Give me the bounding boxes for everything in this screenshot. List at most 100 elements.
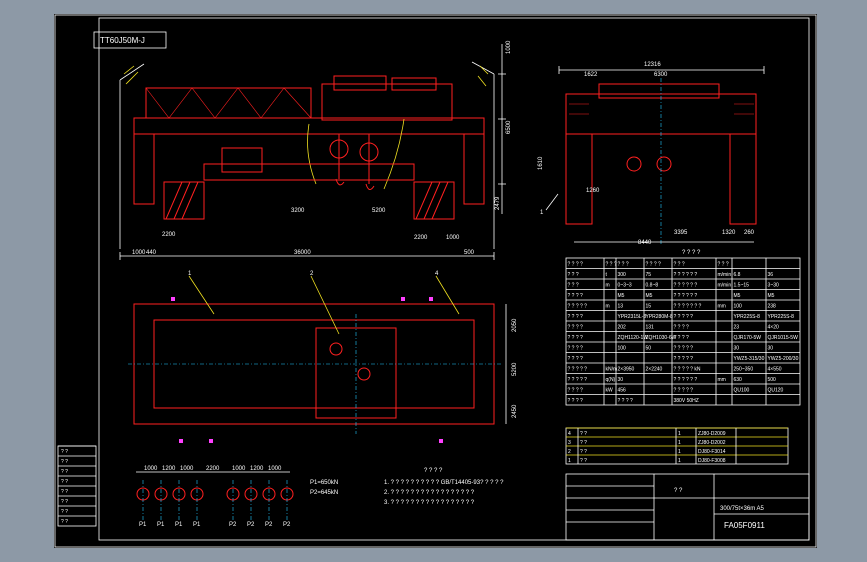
spec-cell: ? ? ? (718, 262, 729, 268)
side-leader-1 (545, 193, 559, 211)
spec-cell: ? ? ? ? ? (568, 377, 588, 383)
spec-caption: ? ? ? ? (682, 250, 701, 256)
spec-cell: 250~350 (734, 367, 754, 373)
side-dim-1260: 1260 (586, 188, 600, 194)
spec-cell: M5 (618, 293, 625, 299)
spec-cell: 131 (646, 325, 655, 331)
spec-cell: ? ? ? (618, 262, 629, 268)
spec-cell: 2×2240 (646, 367, 663, 373)
revision-block: ? ? ? ? ? ? ? ? ? ? ? ? ? ? ? ? (57, 445, 97, 527)
spec-cell: ? ? ? ? ? (674, 388, 694, 394)
spec-cell: ZQH1120-1W (618, 335, 649, 341)
spec-cell: ? ? ? ? (568, 325, 584, 331)
spec-cell: 100 (734, 304, 743, 310)
dim-3200: 3200 (291, 208, 305, 214)
spec-cell: QU120 (768, 388, 784, 394)
side-hook-2 (656, 156, 672, 172)
parts-cell: 1 (678, 458, 681, 464)
note-2: 2. ? ? ? ? ? ? ? ? ? ? ? ? ? ? ? ? ? (384, 490, 475, 496)
runway-walls (119, 61, 495, 249)
load-p1: P1=650kN (310, 480, 338, 486)
side-hook-1 (626, 156, 642, 172)
right-end-carriage (463, 133, 485, 205)
revision-cell: ? ? (61, 479, 68, 485)
spec-cell: ? ? ? ? (568, 388, 584, 394)
spec-cell: 15 (646, 304, 652, 310)
spec-cell: ? ? ? (606, 262, 617, 268)
spec-cell: 30 (618, 377, 624, 383)
spec-cell: 202 (618, 325, 627, 331)
plan-dim-5200: 5200 (512, 362, 518, 376)
spec-cell: ? ? ? ? (568, 262, 584, 268)
right-stair (413, 181, 455, 220)
title-block-frame (565, 473, 810, 541)
side-dim-8440: 8440 (638, 240, 652, 246)
revision-cell: ? ? (61, 509, 68, 515)
parts-cell: 4 (568, 431, 571, 437)
spec-cell: ? ? ? ? ? (568, 304, 588, 310)
side-dim-12316: 12316 (644, 62, 661, 68)
parts-cell: ? ? (580, 458, 587, 464)
parts-cell: 1 (678, 449, 681, 455)
side-trolley (598, 83, 720, 99)
spec-cell: ? ? ? ? ? ? (674, 377, 698, 383)
plan-marker-3 (429, 297, 433, 301)
spec-cell: QJR170-5W (734, 335, 762, 341)
revision-cell: ? ? (61, 489, 68, 495)
spec-cell: ? ? ? ? ? ? ? (674, 304, 702, 310)
spec-cell: ? ? ? ? ? kN (674, 367, 701, 373)
title-drawing-no: FA05F0911 (724, 521, 765, 530)
plan-drum-1 (329, 342, 343, 356)
spec-cell: ? ? ? (568, 283, 579, 289)
wheel-label: P2 (265, 522, 273, 528)
spec-cell: m/min (718, 272, 732, 278)
span-dim: 36000 (294, 250, 311, 256)
parts-cell: DJ80-F3008 (698, 458, 726, 464)
spec-cell: m/min (718, 283, 732, 289)
parts-cell: ? ? (580, 431, 587, 437)
plan-part-4: 4 (435, 271, 439, 277)
revision-cell: ? ? (61, 519, 68, 525)
spec-cell: 500 (768, 377, 777, 383)
parts-cell: 1 (678, 431, 681, 437)
spec-cell: QJR1015-5W (768, 335, 799, 341)
note-3: 3. ? ? ? ? ? ? ? ? ? ? ? ? ? ? ? ? ? (384, 500, 475, 506)
plan-part-2: 2 (310, 271, 314, 277)
spec-cell: 3~30 (768, 283, 779, 289)
spec-cell: mm (718, 377, 726, 383)
spec-cell: YPR2315L-8 (618, 314, 647, 320)
revision-cell: ? ? (61, 499, 68, 505)
note-1: 1. ? ? ? ? ? ? ? ? ? ? GB/T14405-93? ? ?… (384, 480, 504, 486)
parts-cell: ZJ80-D2009 (698, 431, 726, 437)
parts-cell: DJ80-F3014 (698, 449, 726, 455)
spec-cell: ? ? ? ? (568, 398, 584, 404)
spec-cell: 4×20 (768, 325, 779, 331)
spec-cell: ? ? ? ? ? (568, 367, 588, 373)
side-elevation: 12316 1622 6300 3395 1320 260 1260 8440 … (538, 62, 765, 246)
side-dim-1320: 1320 (722, 230, 736, 236)
drawing-sheet: TT60J50M-J 36000 2200 1000 440 500 1000 (54, 14, 817, 548)
spec-cell: 75 (646, 272, 652, 278)
vertical-dim-lines (498, 44, 506, 214)
wheel-dim-4: 2200 (206, 466, 220, 472)
spec-cell: ? ? ? ? (618, 398, 634, 404)
dim-6500: 6500 (506, 120, 512, 134)
side-dim-1610: 1610 (538, 156, 544, 170)
spec-cell: ? ? ? ? (568, 293, 584, 299)
wheel-load-diagram: 1000 1200 1000 2200 1000 1200 1000 P1=65… (136, 466, 338, 528)
spec-cell: ? ? ? ? (568, 335, 584, 341)
spec-cell: M5 (646, 293, 653, 299)
dim-500: 500 (464, 250, 475, 256)
load-p2: P2=645kN (310, 490, 338, 496)
dim-1000-left: 1000 (132, 250, 146, 256)
technical-notes: ? ? ? ? 1. ? ? ? ? ? ? ? ? ? ? GB/T14405… (384, 468, 504, 506)
hook-paths (307, 118, 405, 190)
wheel-dim-6: 1200 (250, 466, 264, 472)
plan-view: 1 2 4 2050 5200 2450 (128, 271, 518, 443)
left-end-carriage (133, 133, 155, 205)
plan-leaders (188, 275, 460, 335)
revision-cell: ? ? (61, 459, 68, 465)
side-dim-1622: 1622 (584, 72, 598, 78)
drawing-stamp: TT60J50M-J (100, 36, 145, 45)
side-dim-6300: 6300 (654, 72, 668, 78)
